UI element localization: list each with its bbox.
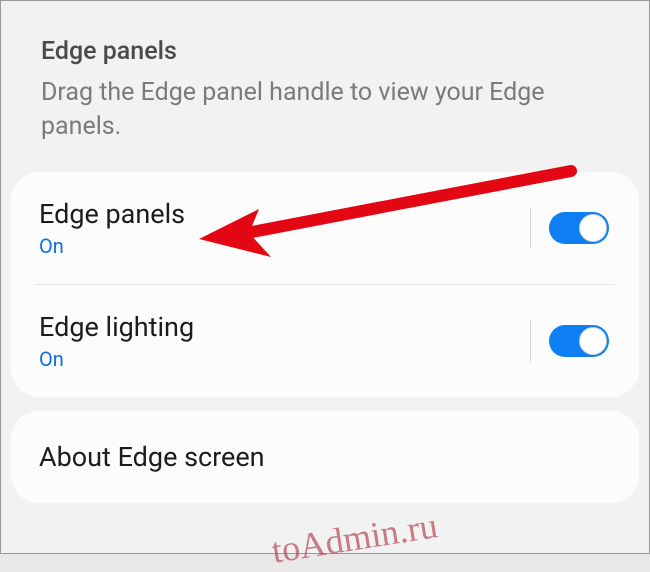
settings-group-edge: Edge panels On Edge lighting On: [11, 172, 639, 397]
toggle-knob: [579, 214, 607, 242]
row-edge-lighting[interactable]: Edge lighting On: [11, 285, 639, 397]
toggle-edge-panels[interactable]: [549, 212, 609, 244]
row-text: Edge panels On: [39, 198, 185, 258]
row-controls: [530, 207, 609, 249]
row-text: Edge lighting On: [39, 311, 194, 371]
page-header: Edge panels Drag the Edge panel handle t…: [1, 1, 649, 172]
header-title: Edge panels: [41, 37, 609, 66]
row-label-about: About Edge screen: [39, 441, 265, 473]
settings-group-about: About Edge screen: [11, 411, 639, 503]
toggle-knob: [579, 327, 607, 355]
vertical-divider: [530, 207, 531, 249]
toggle-edge-lighting[interactable]: [549, 325, 609, 357]
row-status-edge-lighting: On: [39, 347, 194, 371]
row-about-edge-screen[interactable]: About Edge screen: [11, 411, 639, 503]
header-description: Drag the Edge panel handle to view your …: [41, 76, 609, 144]
row-label-edge-panels: Edge panels: [39, 198, 185, 230]
row-label-edge-lighting: Edge lighting: [39, 311, 194, 343]
row-status-edge-panels: On: [39, 234, 185, 258]
watermark-text: toAdmin.ru: [269, 504, 441, 572]
row-edge-panels[interactable]: Edge panels On: [11, 172, 639, 284]
vertical-divider: [530, 320, 531, 362]
row-controls: [530, 320, 609, 362]
